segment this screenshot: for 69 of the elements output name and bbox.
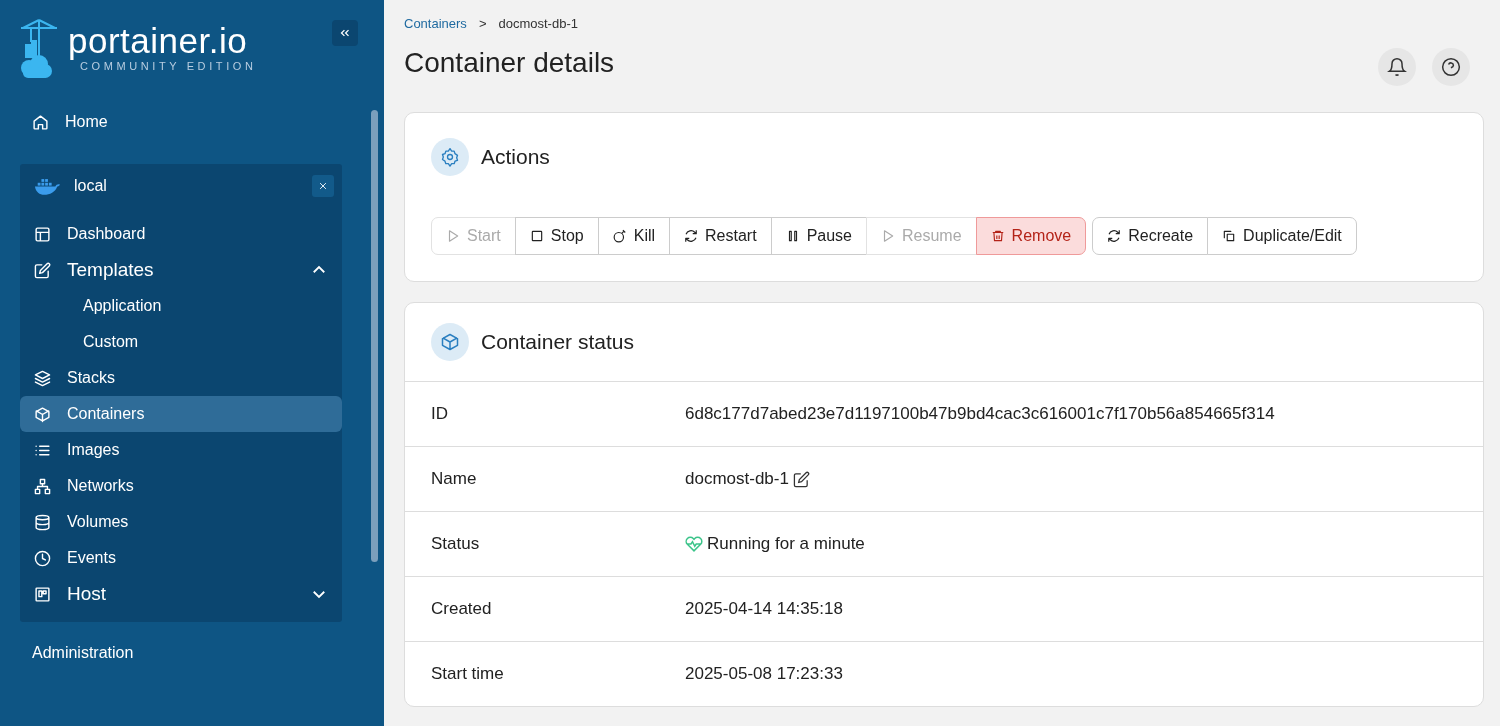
- close-environment-button[interactable]: [312, 175, 334, 197]
- gear-icon: [431, 138, 469, 176]
- sidebar-nav-item[interactable]: Images: [20, 432, 342, 468]
- duplicate-button[interactable]: Duplicate/Edit: [1207, 217, 1357, 255]
- collapse-sidebar-button[interactable]: [332, 20, 358, 46]
- refresh-icon: [1107, 229, 1122, 243]
- home-icon: [32, 113, 49, 131]
- sidebar-nav-item[interactable]: Templates: [20, 252, 342, 288]
- page-title: Container details: [404, 47, 615, 79]
- layers-icon: [34, 369, 51, 387]
- pause-button[interactable]: Pause: [770, 217, 867, 255]
- edit-icon: [34, 261, 51, 279]
- field-label: ID: [431, 404, 449, 424]
- bomb-icon: [612, 229, 627, 243]
- database-icon: [34, 513, 51, 531]
- sidebar-nav-item[interactable]: Networks: [20, 468, 342, 504]
- whale-icon: [34, 177, 60, 195]
- field-value: 2025-05-08 17:23:33: [685, 664, 843, 684]
- field-label: Status: [431, 534, 481, 554]
- sidebar-subitem[interactable]: Custom: [20, 324, 342, 360]
- kill-button[interactable]: Kill: [597, 217, 671, 255]
- play-icon: [446, 229, 460, 243]
- sidebar-nav-item[interactable]: Containers: [20, 396, 342, 432]
- trash-icon: [990, 229, 1005, 243]
- cube-icon: [34, 405, 51, 423]
- field-label: Created: [431, 599, 493, 619]
- stop-button[interactable]: Stop: [514, 217, 599, 255]
- cube-icon: [431, 323, 469, 361]
- sidebar-nav-item[interactable]: Volumes: [20, 504, 342, 540]
- sidebar-nav-item[interactable]: Stacks: [20, 360, 342, 396]
- copy-icon: [1222, 229, 1237, 243]
- scrollbar[interactable]: [371, 110, 378, 562]
- field-value: 6d8c177d7abed23e7d1197100b47b9bd4cac3c616001c7f170b56a854665f314: [685, 404, 1275, 424]
- logo-subtitle: COMMUNITY EDITION: [80, 60, 257, 72]
- field-value: docmost-db-1: [685, 469, 789, 489]
- bell-icon: [1387, 57, 1407, 77]
- sidebar-nav-item[interactable]: Dashboard: [20, 216, 342, 252]
- breadcrumb-link[interactable]: Containers: [404, 16, 467, 31]
- notifications-button[interactable]: [1378, 48, 1416, 86]
- network-icon: [34, 477, 51, 495]
- administration-link[interactable]: Administration: [32, 644, 342, 662]
- sidebar-nav-item[interactable]: Host: [20, 576, 342, 612]
- card-title: Actions: [481, 145, 550, 169]
- panel-icon: [34, 585, 51, 603]
- sidebar-subitem[interactable]: Application: [20, 288, 342, 324]
- breadcrumb-separator: >: [478, 16, 487, 31]
- restart-button[interactable]: Restart: [669, 217, 772, 255]
- play-icon: [881, 229, 895, 243]
- layout-icon: [34, 225, 51, 243]
- field-value: Running for a minute: [707, 534, 865, 554]
- close-icon: [318, 181, 328, 191]
- crane-logo-icon: [18, 18, 60, 80]
- edit-name-button[interactable]: [792, 470, 810, 488]
- edit-icon: [792, 470, 810, 488]
- field-label: Name: [431, 469, 478, 489]
- sidebar-nav-item[interactable]: Events: [20, 540, 342, 576]
- card-title: Container status: [481, 330, 634, 354]
- remove-button[interactable]: Remove: [975, 217, 1087, 255]
- heartbeat-icon: [685, 535, 703, 553]
- refresh-icon: [684, 229, 699, 243]
- breadcrumb-current: docmost-db-1: [498, 16, 578, 31]
- help-button[interactable]: [1432, 48, 1470, 86]
- field-value: 2025-04-14 14:35:18: [685, 599, 843, 619]
- clock-icon: [34, 549, 51, 567]
- help-icon: [1441, 57, 1461, 77]
- field-label: Start time: [431, 664, 505, 684]
- home-nav-item[interactable]: Home: [20, 104, 342, 140]
- recreate-button[interactable]: Recreate: [1092, 217, 1209, 255]
- environment-name: local: [74, 177, 107, 195]
